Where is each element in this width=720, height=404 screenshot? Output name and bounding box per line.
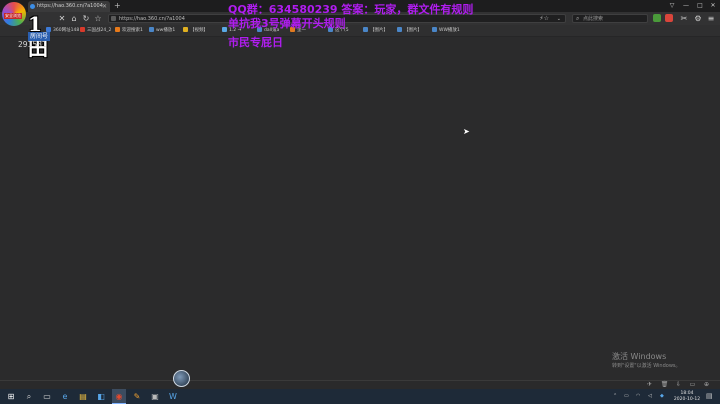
bookmark-item[interactable]: 【图片】 bbox=[363, 25, 388, 36]
bookmark-item[interactable]: 【图片】 bbox=[397, 25, 422, 36]
bookmark-item[interactable]: ww播放1 bbox=[149, 25, 175, 36]
new-tab-button[interactable]: + bbox=[114, 0, 121, 12]
tray-volume-icon[interactable]: ◁ bbox=[648, 389, 652, 404]
settings-icon[interactable]: ⚙ bbox=[692, 12, 704, 25]
avatar[interactable] bbox=[173, 370, 190, 387]
url-text[interactable]: https://hao.360.cn/?a1004 bbox=[119, 15, 185, 23]
bookmark-item[interactable]: 三国战24_2 bbox=[80, 25, 111, 36]
lock-icon bbox=[111, 16, 116, 21]
windows-taskbar bbox=[0, 389, 720, 404]
tray-app-icon[interactable]: ◆ bbox=[660, 389, 664, 404]
taskbar-clock[interactable]: 18:04 2020-10-12 bbox=[672, 389, 702, 403]
watermark-line-2: 单抗我3号弹幕开头规则 bbox=[228, 17, 346, 30]
favorite-star-icon[interactable]: ☆ bbox=[92, 12, 104, 25]
taskbar-search-icon[interactable]: ⌕ bbox=[22, 389, 36, 404]
back-arrow-icon[interactable]: ✕ bbox=[56, 12, 68, 25]
minimize-icon[interactable]: — bbox=[680, 0, 692, 12]
watermark-line-1: QQ群：634580239 答案：玩家，群文件有规则 bbox=[228, 3, 474, 16]
browser-tab[interactable]: https://hao.360.cn/?a1004 ✕ bbox=[28, 1, 110, 12]
stream-taskbar-icon[interactable]: ▣ bbox=[148, 389, 162, 404]
home-icon[interactable]: ⌂ bbox=[68, 12, 80, 25]
browser-taskbar-icon[interactable]: ◉ bbox=[112, 389, 126, 404]
tray-chevron-icon[interactable]: ⌃ bbox=[613, 389, 617, 404]
edge-icon[interactable]: e bbox=[58, 389, 72, 404]
extension-icon[interactable] bbox=[653, 14, 661, 22]
clock-date: 2020-10-12 bbox=[673, 397, 701, 402]
tray-battery-icon[interactable]: ▭ bbox=[624, 389, 629, 404]
app-taskbar-icon[interactable]: ✎ bbox=[130, 389, 144, 404]
watermark-line-3: 市民专屁日 bbox=[228, 36, 283, 49]
rocket-icon[interactable]: ✈ bbox=[645, 380, 654, 389]
search-placeholder: 点此搜索 bbox=[583, 16, 604, 22]
refresh-icon[interactable]: ↻ bbox=[80, 12, 92, 25]
search-icon: ⌕ bbox=[576, 15, 580, 22]
close-window-icon[interactable]: ✕ bbox=[707, 0, 719, 12]
trash-icon[interactable]: 🗑 bbox=[660, 380, 669, 389]
more-menu-icon[interactable]: ≡ bbox=[705, 12, 717, 25]
search-input[interactable]: ⌕ 点此搜索 bbox=[572, 14, 648, 23]
room-number: 291581 bbox=[18, 40, 47, 49]
menu-icon[interactable]: ▽ bbox=[666, 0, 678, 12]
logo-badge: 安全浏览 bbox=[4, 13, 22, 19]
game-icon[interactable] bbox=[665, 14, 673, 22]
notification-icon[interactable]: ▤ bbox=[706, 389, 713, 404]
tools-icon[interactable]: ✂ bbox=[678, 12, 690, 25]
windows-start-icon[interactable]: ⊞ bbox=[4, 389, 18, 404]
word-taskbar-icon[interactable]: W bbox=[166, 389, 180, 404]
activation-title: 激活 Windows bbox=[612, 352, 667, 361]
bookmark-star-icon[interactable]: ⚡☆ bbox=[539, 15, 549, 23]
tab-title: https://hao.360.cn/?a1004 bbox=[37, 3, 103, 9]
activation-subtitle: 转到"设置"以激活 Windows。 bbox=[612, 363, 681, 369]
tab-close-icon[interactable]: ✕ bbox=[102, 1, 107, 12]
file-explorer-icon[interactable]: ▤ bbox=[76, 389, 90, 404]
store-icon[interactable]: ◧ bbox=[94, 389, 108, 404]
url-dropdown-icon[interactable]: ⌄ bbox=[557, 15, 561, 23]
bookmark-item[interactable]: WW播放1 bbox=[432, 25, 460, 36]
tray-network-icon[interactable]: ◠ bbox=[636, 389, 640, 404]
download-icon[interactable]: ⇩ bbox=[674, 380, 683, 389]
window-icon[interactable]: ▭ bbox=[688, 380, 697, 389]
maximize-icon[interactable]: □ bbox=[694, 0, 706, 12]
bookmark-item[interactable]: 【视频】 bbox=[183, 25, 208, 36]
tab-favicon-icon bbox=[30, 4, 35, 9]
windows-activation-notice: 激活 Windows 转到"设置"以激活 Windows。 bbox=[612, 352, 681, 370]
zoom-icon[interactable]: ⊕ bbox=[702, 380, 711, 389]
mouse-pointer-icon: ➤ bbox=[463, 127, 470, 136]
bookmark-item[interactable]: 欢迎搜索1 bbox=[115, 25, 143, 36]
task-view-icon[interactable]: ▭ bbox=[40, 389, 54, 404]
